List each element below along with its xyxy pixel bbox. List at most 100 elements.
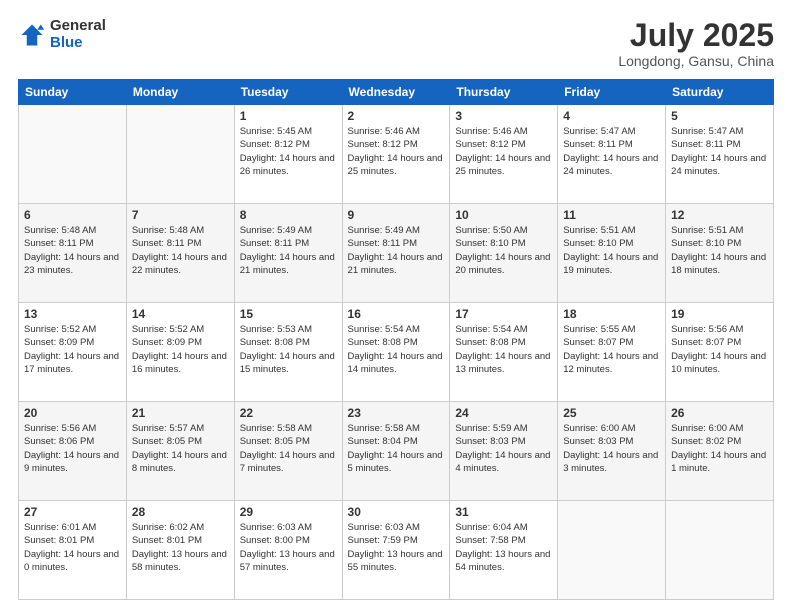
day-header-wednesday: Wednesday bbox=[342, 80, 450, 105]
day-info: Sunrise: 5:50 AM Sunset: 8:10 PM Dayligh… bbox=[455, 224, 552, 277]
day-info: Sunrise: 6:03 AM Sunset: 8:00 PM Dayligh… bbox=[240, 521, 337, 574]
logo-blue: Blue bbox=[50, 35, 106, 52]
day-info: Sunrise: 6:04 AM Sunset: 7:58 PM Dayligh… bbox=[455, 521, 552, 574]
calendar-cell: 11 Sunrise: 5:51 AM Sunset: 8:10 PM Dayli… bbox=[558, 204, 666, 303]
logo: General Blue bbox=[18, 18, 106, 51]
day-number: 27 bbox=[24, 505, 121, 519]
day-number: 15 bbox=[240, 307, 337, 321]
day-info: Sunrise: 5:59 AM Sunset: 8:03 PM Dayligh… bbox=[455, 422, 552, 475]
calendar-cell: 31 Sunrise: 6:04 AM Sunset: 7:58 PM Dayli… bbox=[450, 501, 558, 600]
week-row-2: 6Sunrise: 5:48 AM Sunset: 8:11 PM Daylig… bbox=[19, 204, 774, 303]
day-info: Sunrise: 5:56 AM Sunset: 8:06 PM Dayligh… bbox=[24, 422, 121, 475]
calendar-cell bbox=[666, 501, 774, 600]
day-info: Sunrise: 5:46 AM Sunset: 8:12 PM Dayligh… bbox=[348, 125, 445, 178]
day-number: 23 bbox=[348, 406, 445, 420]
calendar-cell: 4 Sunrise: 5:47 AM Sunset: 8:11 PM Daylig… bbox=[558, 105, 666, 204]
calendar-table: SundayMondayTuesdayWednesdayThursdayFrid… bbox=[18, 79, 774, 600]
day-number: 29 bbox=[240, 505, 337, 519]
page: General Blue July 2025 Longdong, Gansu, … bbox=[0, 0, 792, 612]
day-number: 26 bbox=[671, 406, 768, 420]
day-info: Sunrise: 5:49 AM Sunset: 8:11 PM Dayligh… bbox=[240, 224, 337, 277]
day-header-friday: Friday bbox=[558, 80, 666, 105]
calendar-cell: 15Sunrise: 5:53 AM Sunset: 8:08 PM Dayli… bbox=[234, 303, 342, 402]
day-number: 11 bbox=[563, 208, 660, 222]
day-info: Sunrise: 5:52 AM Sunset: 8:09 PM Dayligh… bbox=[132, 323, 229, 376]
day-info: Sunrise: 5:48 AM Sunset: 8:11 PM Dayligh… bbox=[24, 224, 121, 277]
day-number: 13 bbox=[24, 307, 121, 321]
calendar-cell: 21 Sunrise: 5:57 AM Sunset: 8:05 PM Dayli… bbox=[126, 402, 234, 501]
day-number: 8 bbox=[240, 208, 337, 222]
calendar-cell: 9Sunrise: 5:49 AM Sunset: 8:11 PM Daylig… bbox=[342, 204, 450, 303]
day-info: Sunrise: 5:47 AM Sunset: 8:11 PM Dayligh… bbox=[563, 125, 660, 178]
week-row-5: 27 Sunrise: 6:01 AM Sunset: 8:01 PM Dayli… bbox=[19, 501, 774, 600]
day-info: Sunrise: 5:51 AM Sunset: 8:10 PM Dayligh… bbox=[563, 224, 660, 277]
logo-text: General Blue bbox=[50, 18, 106, 51]
calendar-cell: 27 Sunrise: 6:01 AM Sunset: 8:01 PM Dayli… bbox=[19, 501, 127, 600]
day-info: Sunrise: 5:54 AM Sunset: 8:08 PM Dayligh… bbox=[348, 323, 445, 376]
calendar-cell bbox=[558, 501, 666, 600]
day-number: 16 bbox=[348, 307, 445, 321]
day-number: 28 bbox=[132, 505, 229, 519]
day-number: 24 bbox=[455, 406, 552, 420]
day-info: Sunrise: 5:46 AM Sunset: 8:12 PM Dayligh… bbox=[455, 125, 552, 178]
calendar-cell: 13Sunrise: 5:52 AM Sunset: 8:09 PM Dayli… bbox=[19, 303, 127, 402]
day-info: Sunrise: 6:00 AM Sunset: 8:03 PM Dayligh… bbox=[563, 422, 660, 475]
day-number: 4 bbox=[563, 109, 660, 123]
day-number: 20 bbox=[24, 406, 121, 420]
calendar-cell: 29 Sunrise: 6:03 AM Sunset: 8:00 PM Dayli… bbox=[234, 501, 342, 600]
day-info: Sunrise: 5:47 AM Sunset: 8:11 PM Dayligh… bbox=[671, 125, 768, 178]
calendar-cell: 10 Sunrise: 5:50 AM Sunset: 8:10 PM Dayli… bbox=[450, 204, 558, 303]
day-info: Sunrise: 6:01 AM Sunset: 8:01 PM Dayligh… bbox=[24, 521, 121, 574]
calendar-cell: 1 Sunrise: 5:45 AM Sunset: 8:12 PM Daylig… bbox=[234, 105, 342, 204]
calendar-cell: 20 Sunrise: 5:56 AM Sunset: 8:06 PM Dayli… bbox=[19, 402, 127, 501]
day-number: 3 bbox=[455, 109, 552, 123]
day-info: Sunrise: 5:56 AM Sunset: 8:07 PM Dayligh… bbox=[671, 323, 768, 376]
day-header-tuesday: Tuesday bbox=[234, 80, 342, 105]
day-number: 14 bbox=[132, 307, 229, 321]
day-number: 31 bbox=[455, 505, 552, 519]
calendar-cell bbox=[126, 105, 234, 204]
logo-general: General bbox=[50, 18, 106, 35]
calendar-cell: 7 Sunrise: 5:48 AM Sunset: 8:11 PM Daylig… bbox=[126, 204, 234, 303]
header: General Blue July 2025 Longdong, Gansu, … bbox=[18, 18, 774, 69]
calendar-cell: 18Sunrise: 5:55 AM Sunset: 8:07 PM Dayli… bbox=[558, 303, 666, 402]
week-row-4: 20 Sunrise: 5:56 AM Sunset: 8:06 PM Dayli… bbox=[19, 402, 774, 501]
calendar-cell: 26Sunrise: 6:00 AM Sunset: 8:02 PM Dayli… bbox=[666, 402, 774, 501]
logo-icon bbox=[18, 21, 46, 49]
day-header-monday: Monday bbox=[126, 80, 234, 105]
day-header-saturday: Saturday bbox=[666, 80, 774, 105]
day-info: Sunrise: 5:51 AM Sunset: 8:10 PM Dayligh… bbox=[671, 224, 768, 277]
day-number: 10 bbox=[455, 208, 552, 222]
day-info: Sunrise: 5:58 AM Sunset: 8:04 PM Dayligh… bbox=[348, 422, 445, 475]
calendar-cell: 24 Sunrise: 5:59 AM Sunset: 8:03 PM Dayli… bbox=[450, 402, 558, 501]
calendar-cell: 16 Sunrise: 5:54 AM Sunset: 8:08 PM Dayli… bbox=[342, 303, 450, 402]
calendar-cell: 6Sunrise: 5:48 AM Sunset: 8:11 PM Daylig… bbox=[19, 204, 127, 303]
day-info: Sunrise: 5:45 AM Sunset: 8:12 PM Dayligh… bbox=[240, 125, 337, 178]
calendar-cell: 30Sunrise: 6:03 AM Sunset: 7:59 PM Dayli… bbox=[342, 501, 450, 600]
calendar-cell: 19 Sunrise: 5:56 AM Sunset: 8:07 PM Dayli… bbox=[666, 303, 774, 402]
header-row: SundayMondayTuesdayWednesdayThursdayFrid… bbox=[19, 80, 774, 105]
calendar-cell: 23 Sunrise: 5:58 AM Sunset: 8:04 PM Dayli… bbox=[342, 402, 450, 501]
day-number: 21 bbox=[132, 406, 229, 420]
calendar-cell: 28Sunrise: 6:02 AM Sunset: 8:01 PM Dayli… bbox=[126, 501, 234, 600]
calendar-cell: 12Sunrise: 5:51 AM Sunset: 8:10 PM Dayli… bbox=[666, 204, 774, 303]
main-title: July 2025 bbox=[618, 18, 774, 53]
day-number: 1 bbox=[240, 109, 337, 123]
day-number: 17 bbox=[455, 307, 552, 321]
day-info: Sunrise: 6:03 AM Sunset: 7:59 PM Dayligh… bbox=[348, 521, 445, 574]
day-number: 22 bbox=[240, 406, 337, 420]
day-number: 2 bbox=[348, 109, 445, 123]
calendar-cell bbox=[19, 105, 127, 204]
day-header-sunday: Sunday bbox=[19, 80, 127, 105]
day-number: 7 bbox=[132, 208, 229, 222]
day-info: Sunrise: 5:49 AM Sunset: 8:11 PM Dayligh… bbox=[348, 224, 445, 277]
calendar-cell: 2 Sunrise: 5:46 AM Sunset: 8:12 PM Daylig… bbox=[342, 105, 450, 204]
calendar-cell: 8 Sunrise: 5:49 AM Sunset: 8:11 PM Daylig… bbox=[234, 204, 342, 303]
calendar-cell: 22 Sunrise: 5:58 AM Sunset: 8:05 PM Dayli… bbox=[234, 402, 342, 501]
day-number: 19 bbox=[671, 307, 768, 321]
day-info: Sunrise: 5:48 AM Sunset: 8:11 PM Dayligh… bbox=[132, 224, 229, 277]
calendar-cell: 14 Sunrise: 5:52 AM Sunset: 8:09 PM Dayli… bbox=[126, 303, 234, 402]
calendar-cell: 25Sunrise: 6:00 AM Sunset: 8:03 PM Dayli… bbox=[558, 402, 666, 501]
day-info: Sunrise: 5:57 AM Sunset: 8:05 PM Dayligh… bbox=[132, 422, 229, 475]
day-info: Sunrise: 5:58 AM Sunset: 8:05 PM Dayligh… bbox=[240, 422, 337, 475]
